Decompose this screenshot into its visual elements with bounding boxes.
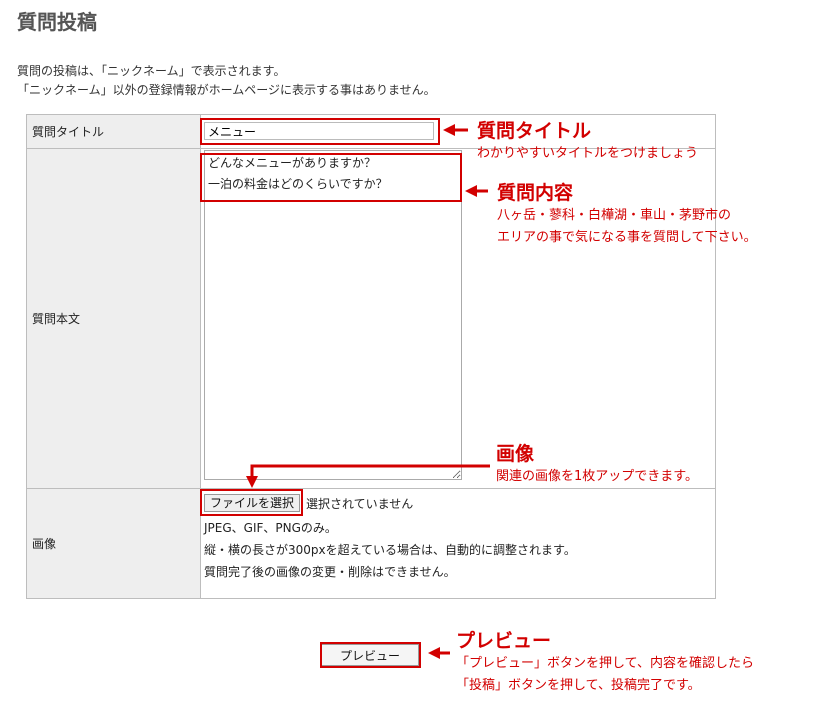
preview-annotation-heading: プレビュー [456,630,552,652]
title-annotation-heading: 質問タイトル [477,120,592,142]
preview-annotation-desc-2: 「投稿」ボタンを押して、投稿完了です。 [456,678,701,693]
image-annotation-desc: 関連の画像を1枚アップできます。 [496,469,698,484]
body-annotation-desc-2: エリアの事で気になる事を質問して下さい。 [497,230,757,245]
body-annotation-heading: 質問内容 [497,182,574,204]
title-annotation-desc: わかりやすいタイトルをつけましょう [477,146,699,161]
body-annotation-desc-1: 八ヶ岳・蓼科・白樺湖・車山・茅野市の [497,208,732,223]
image-arrow-icon [250,464,490,478]
annotation-arrows [246,124,490,659]
preview-annotation-desc-1: 「プレビュー」ボタンを押して、内容を確認したら [456,656,754,671]
image-annotation-heading: 画像 [496,443,535,465]
